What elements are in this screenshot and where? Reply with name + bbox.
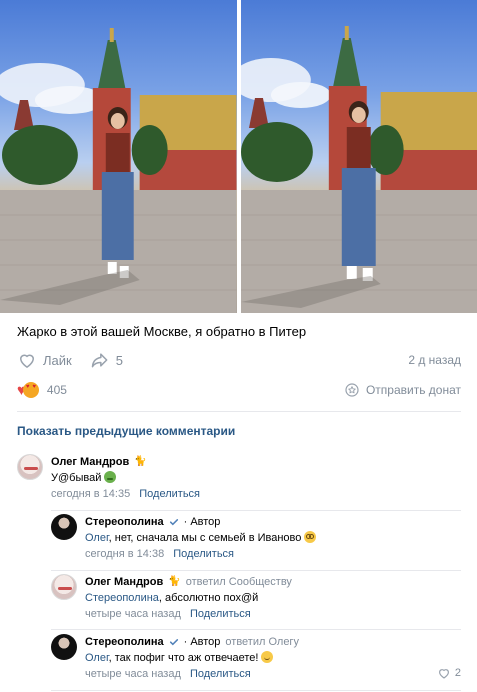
share-button[interactable]: 5 <box>90 350 123 370</box>
comment-author[interactable]: Олег Мандров <box>51 454 129 470</box>
nauseated-emoji-icon <box>104 471 117 483</box>
comment-text: Стереополина, абсолютно пох@й <box>85 590 292 606</box>
comment: Олег Мандров 🐈 У@бывай сегодня в 14:35 П… <box>17 454 200 502</box>
cat-badge-icon: 🐈 <box>168 576 181 587</box>
photo-illustration <box>240 26 477 313</box>
comment-time[interactable]: сегодня в 14:38 <box>85 548 164 560</box>
comment-body: Стереополина · Автор Олег, нет, сначала … <box>85 514 317 562</box>
author-tag: · Автор <box>183 516 221 528</box>
comment-share-link[interactable]: Поделиться <box>173 548 234 560</box>
comment-body: Олег Мандров 🐈 У@бывай сегодня в 14:35 П… <box>51 454 200 502</box>
comment-header: Олег Мандров 🐈 <box>51 454 200 470</box>
divider <box>51 690 461 691</box>
comment-text-content: , абсолютно пох@й <box>158 592 259 604</box>
comment-text-content: У@бывай <box>51 472 102 484</box>
comment-share-link[interactable]: Поделиться <box>139 488 200 500</box>
comment-meta: четыре часа назад Поделиться <box>85 606 292 622</box>
comment-text-content: , так пофиг что аж отвечаете! <box>108 652 259 664</box>
donate-icon <box>345 383 359 397</box>
avatar[interactable] <box>51 574 77 600</box>
comment-text-content: , нет, сначала мы с семьей в Иваново <box>108 532 302 544</box>
comment-share-link[interactable]: Поделиться <box>190 668 251 680</box>
divider <box>51 510 461 511</box>
share-arrow-icon <box>91 353 108 368</box>
post-date[interactable]: 2 д назад <box>408 353 461 367</box>
reactions-summary[interactable]: ♥ 405 <box>17 382 67 398</box>
reactions-count: 405 <box>46 383 67 397</box>
reply-to-link[interactable]: Олег <box>85 532 109 544</box>
verified-check-icon <box>169 519 178 526</box>
verified-check-icon <box>169 639 178 646</box>
comment-reply: Стереополина · Автор ответил Олегу Олег,… <box>51 634 299 682</box>
comment-time[interactable]: четыре часа назад <box>85 608 181 620</box>
replied-note[interactable]: ответил Олегу <box>225 634 299 650</box>
comment-like-button[interactable]: 2 <box>437 666 461 680</box>
post-photo-1[interactable] <box>0 0 237 313</box>
comment-text: Олег, так пофиг что аж отвечаете! <box>85 650 299 666</box>
post-photos <box>0 0 477 313</box>
heart-outline-icon <box>438 669 449 679</box>
comment-meta: сегодня в 14:35 Поделиться <box>51 486 200 502</box>
cat-badge-icon: 🐈 <box>134 456 147 467</box>
post-actions: Лайк 5 2 д назад <box>17 349 461 371</box>
comment-share-link[interactable]: Поделиться <box>190 608 251 620</box>
reply-to-link[interactable]: Олег <box>85 652 109 664</box>
comment-header: Стереополина · Автор <box>85 514 316 530</box>
reactions-row: ♥ 405 Отправить донат <box>17 380 461 400</box>
comment-body: Стереополина · Автор ответил Олегу Олег,… <box>85 634 299 682</box>
comment-text: Олег, нет, сначала мы с семьей в Иваново <box>85 530 317 546</box>
comment-time[interactable]: четыре часа назад <box>85 668 181 680</box>
author-tag: · Автор <box>183 636 221 648</box>
share-count: 5 <box>115 352 123 368</box>
comment-reply: Олег Мандров 🐈 ответил Сообществу Стерео… <box>51 574 292 622</box>
like-button[interactable]: Лайк <box>17 350 72 370</box>
comment-time[interactable]: сегодня в 14:35 <box>51 488 130 500</box>
comment-header: Стереополина · Автор ответил Олегу <box>85 634 299 650</box>
heart-outline-icon <box>19 354 35 368</box>
donate-button[interactable]: Отправить донат <box>344 382 461 398</box>
photo-illustration <box>0 28 237 313</box>
comment-reply: Стереополина · Автор Олег, нет, сначала … <box>51 514 317 562</box>
avatar[interactable] <box>51 634 77 660</box>
show-previous-comments-link[interactable]: Показать предыдущие комментарии <box>17 424 235 438</box>
avatar[interactable] <box>51 514 77 540</box>
divider <box>51 570 461 571</box>
like-label: Лайк <box>43 352 72 368</box>
donate-label: Отправить донат <box>365 383 461 397</box>
comment-meta: сегодня в 14:38 Поделиться <box>85 546 316 562</box>
flushed-emoji-icon <box>304 531 317 543</box>
comment-header: Олег Мандров 🐈 ответил Сообществу <box>85 574 292 590</box>
comment-text: У@бывай <box>51 470 200 486</box>
divider <box>17 411 461 412</box>
heart-eyes-reaction-icon <box>22 382 39 398</box>
post-photo-2[interactable] <box>240 0 477 313</box>
comment-meta: четыре часа назад Поделиться <box>85 666 299 682</box>
avatar[interactable] <box>17 454 43 480</box>
divider <box>51 629 461 630</box>
post-caption: Жарко в этой вашей Москве, я обратно в П… <box>17 324 307 339</box>
reply-to-link[interactable]: Стереополина <box>85 592 159 604</box>
comment-body: Олег Мандров 🐈 ответил Сообществу Стерео… <box>85 574 292 622</box>
comment-author[interactable]: Стереополина <box>85 514 164 530</box>
replied-note[interactable]: ответил Сообществу <box>186 574 292 590</box>
comment-author[interactable]: Стереополина <box>85 634 164 650</box>
comment-like-count: 2 <box>454 667 461 679</box>
comment-author[interactable]: Олег Мандров <box>85 574 163 590</box>
smile-emoji-icon <box>261 651 274 663</box>
